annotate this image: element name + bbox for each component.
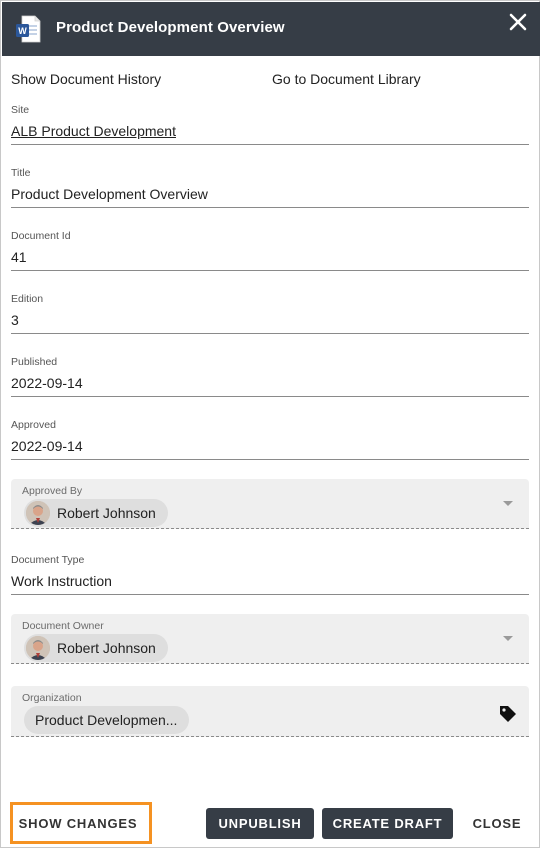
tag-icon[interactable] xyxy=(498,704,518,724)
document-id-value: 41 xyxy=(11,249,27,265)
approved-field: Approved 2022-09-14 xyxy=(11,419,529,460)
organization-field[interactable]: Organization Product Developmen... xyxy=(11,686,529,737)
approved-by-select[interactable]: Approved By Robert Johnson xyxy=(11,479,529,529)
chevron-down-icon[interactable] xyxy=(503,636,513,641)
site-label: Site xyxy=(11,104,30,116)
approved-by-chip: Robert Johnson xyxy=(24,499,168,527)
dialog-footer: SHOW CHANGES UNPUBLISH CREATE DRAFT CLOS… xyxy=(2,801,540,848)
document-type-value: Work Instruction xyxy=(11,573,112,589)
published-field: Published 2022-09-14 xyxy=(11,356,529,397)
edition-value: 3 xyxy=(11,312,19,328)
site-field: Site ALB Product Development xyxy=(11,104,529,145)
edition-label: Edition xyxy=(11,293,44,305)
approved-by-value: Robert Johnson xyxy=(57,505,156,521)
published-value: 2022-09-14 xyxy=(11,375,83,391)
document-owner-select[interactable]: Document Owner Robert Johnson xyxy=(11,614,529,664)
dialog-title: Product Development Overview xyxy=(56,19,285,36)
title-label: Title xyxy=(11,167,31,179)
organization-value: Product Developmen... xyxy=(35,712,178,728)
go-to-document-library-link[interactable]: Go to Document Library xyxy=(272,71,421,87)
create-draft-button[interactable]: CREATE DRAFT xyxy=(322,808,453,839)
document-type-field: Document Type Work Instruction xyxy=(11,554,529,595)
avatar xyxy=(26,501,50,525)
published-label: Published xyxy=(11,356,58,368)
organization-label: Organization xyxy=(22,692,82,704)
show-document-history-link[interactable]: Show Document History xyxy=(11,71,161,87)
show-changes-button[interactable]: SHOW CHANGES xyxy=(14,808,142,839)
document-owner-label: Document Owner xyxy=(22,620,104,632)
avatar xyxy=(26,636,50,660)
chevron-down-icon[interactable] xyxy=(503,501,513,506)
title-value: Product Development Overview xyxy=(11,186,208,202)
close-icon[interactable] xyxy=(508,12,528,32)
site-link[interactable]: ALB Product Development xyxy=(11,123,529,139)
approved-by-label: Approved By xyxy=(22,485,83,497)
svg-text:W: W xyxy=(18,26,27,36)
document-id-label: Document Id xyxy=(11,230,71,242)
unpublish-button[interactable]: UNPUBLISH xyxy=(206,808,314,839)
title-field: Title Product Development Overview xyxy=(11,167,529,208)
approved-label: Approved xyxy=(11,419,56,431)
document-type-label: Document Type xyxy=(11,554,85,566)
document-details-dialog: W Product Development Overview Show Docu… xyxy=(0,0,540,848)
document-owner-value: Robert Johnson xyxy=(57,640,156,656)
approved-value: 2022-09-14 xyxy=(11,438,83,454)
close-button[interactable]: CLOSE xyxy=(464,808,530,839)
document-id-field: Document Id 41 xyxy=(11,230,529,271)
dialog-header: W Product Development Overview xyxy=(2,2,540,56)
word-document-icon: W xyxy=(16,15,41,43)
edition-field: Edition 3 xyxy=(11,293,529,334)
organization-chip: Product Developmen... xyxy=(24,706,190,734)
document-owner-chip: Robert Johnson xyxy=(24,634,168,662)
